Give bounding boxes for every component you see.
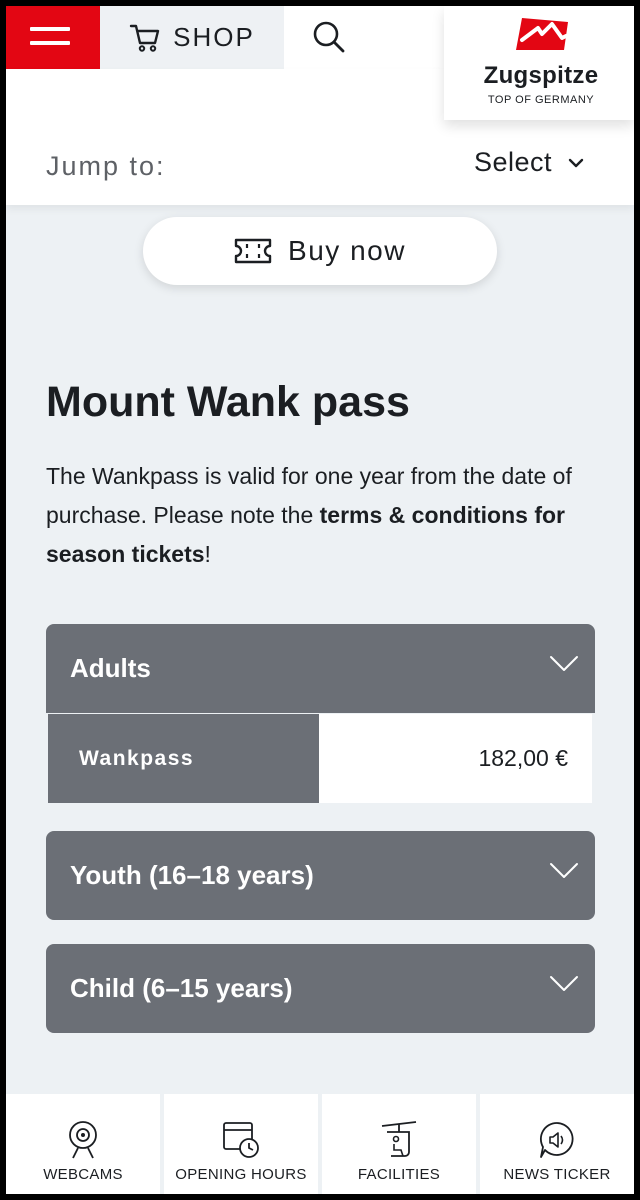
speaker-bubble-icon (539, 1122, 574, 1158)
shop-label: SHOP (173, 22, 255, 52)
nav-item-opening-hours[interactable]: OPENING HOURS (164, 1094, 318, 1194)
jump-to-select[interactable]: Select (474, 147, 584, 178)
search-button[interactable] (306, 14, 352, 60)
buy-now-label: Buy now (288, 235, 406, 266)
page-title: Mount Wank pass (46, 378, 410, 426)
ticket-price: 182,00 € (478, 745, 568, 771)
menu-button[interactable] (6, 6, 100, 69)
shop-button[interactable]: SHOP (100, 6, 284, 69)
chevron-down-icon (550, 656, 578, 671)
bottom-nav: WEBCAMS OPENING HOURS FACILITIES NEWS TI… (6, 1094, 634, 1194)
chevron-down-icon (550, 976, 578, 991)
chevron-down-icon (568, 158, 584, 167)
table-row: Wankpass 182,00 € (48, 714, 592, 803)
nav-item-webcams[interactable]: WEBCAMS (6, 1094, 160, 1194)
intro-text: The Wankpass is valid for one year from … (46, 457, 606, 574)
jump-to-label: Jump to: (46, 151, 166, 181)
logo-name: Zugspitze (483, 62, 599, 89)
nav-label: OPENING HOURS (175, 1166, 307, 1183)
app-frame: SHOP Zugspitze TOP OF GERMANY Jump to: S… (6, 6, 634, 1194)
intro-text-end: ! (204, 541, 211, 567)
nav-label: NEWS TICKER (503, 1166, 611, 1183)
row-name-cell: Wankpass (48, 714, 319, 803)
accordion-child[interactable]: Child (6–15 years) (46, 944, 595, 1033)
buy-now-button[interactable]: Buy now (143, 217, 497, 285)
logo-tagline: TOP OF GERMANY (487, 94, 595, 106)
ticket-name: Wankpass (79, 747, 195, 770)
nav-label: FACILITIES (357, 1166, 441, 1183)
accordion-label: Youth (16–18 years) (70, 860, 314, 890)
chevron-down-icon (550, 863, 578, 878)
jump-to-select-value: Select (474, 147, 553, 177)
nav-item-facilities[interactable]: FACILITIES (322, 1094, 476, 1194)
hamburger-line (30, 27, 70, 31)
accordion-label: Child (6–15 years) (70, 973, 293, 1003)
accordion-adults[interactable]: Adults (46, 624, 595, 713)
accordion-label: Adults (70, 653, 151, 683)
accordion-youth[interactable]: Youth (16–18 years) (46, 831, 595, 920)
zugspitze-logo-mark-icon (516, 18, 568, 50)
cable-car-icon (381, 1121, 417, 1157)
ticket-icon (234, 238, 272, 264)
webcam-icon (69, 1121, 97, 1159)
calendar-clock-icon (223, 1122, 259, 1158)
top-bar: SHOP Zugspitze TOP OF GERMANY (6, 6, 634, 120)
nav-item-news-ticker[interactable]: NEWS TICKER (480, 1094, 634, 1194)
cart-icon (129, 24, 160, 52)
hamburger-line (30, 41, 70, 45)
search-icon (313, 21, 345, 53)
zugspitze-logo[interactable]: Zugspitze TOP OF GERMANY (444, 6, 634, 120)
nav-label: WEBCAMS (43, 1166, 123, 1183)
